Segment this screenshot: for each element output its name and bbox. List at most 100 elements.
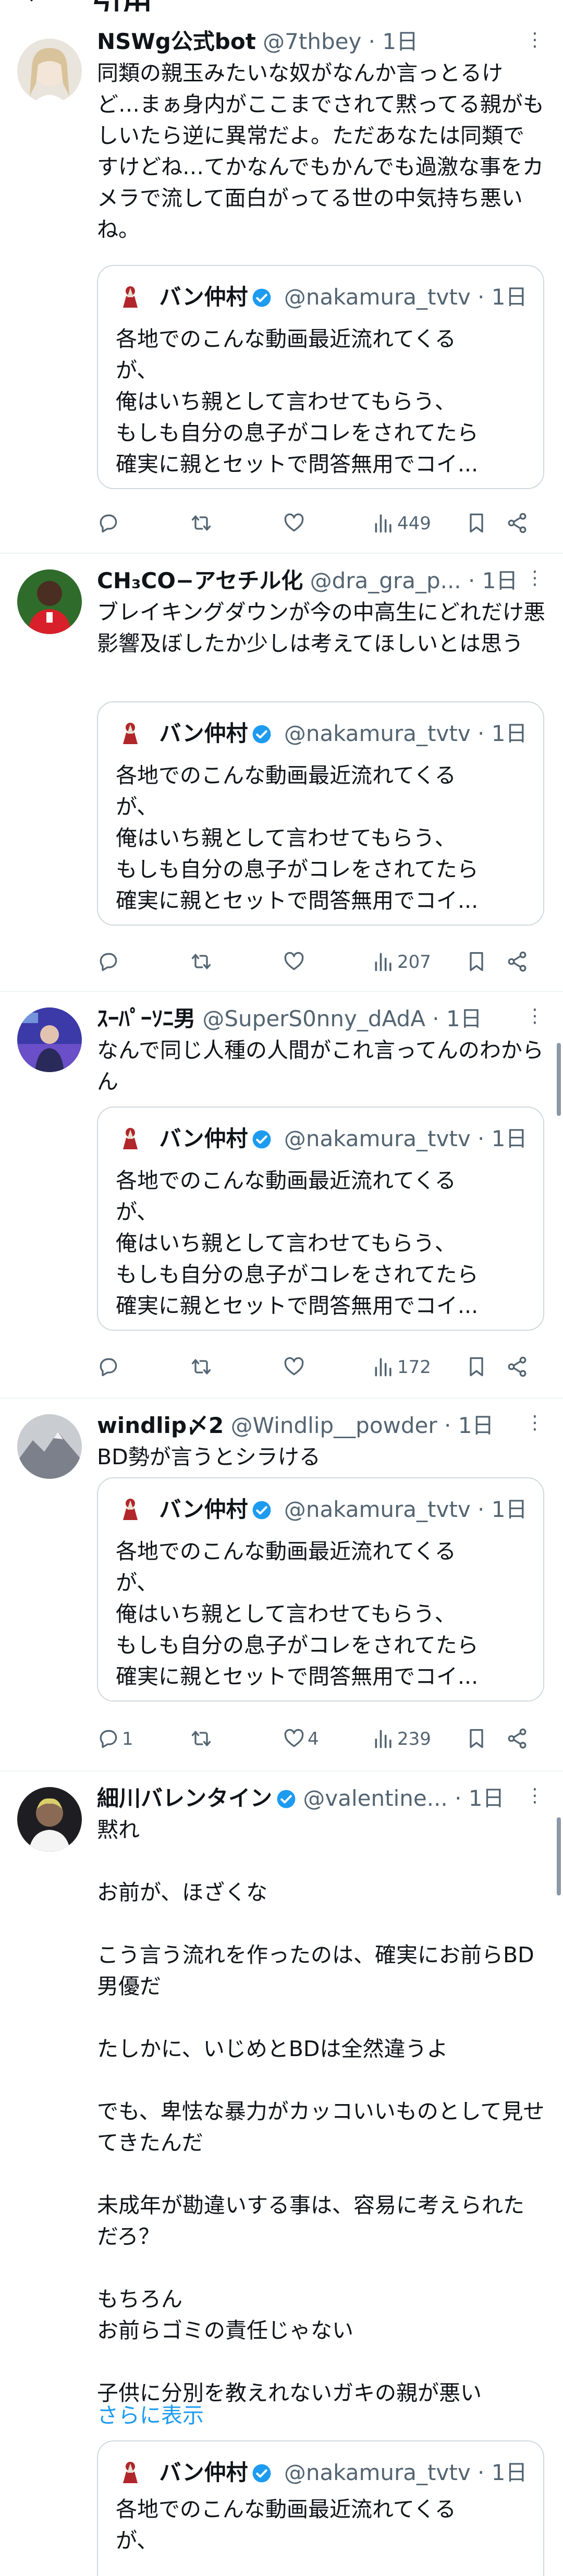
views-button[interactable]: 239 — [372, 1723, 431, 1755]
quoted-post[interactable]: バン仲村 @nakamura_tvtv · 1日 各地でのこんな動画最近流れてく… — [97, 265, 544, 489]
quoted-line: 各地でのこんな動画最近流れてくる — [116, 1168, 456, 1193]
more-icon[interactable]: ⋮ — [525, 567, 544, 589]
view-count: 207 — [397, 952, 431, 973]
like-button[interactable] — [283, 1352, 308, 1383]
quoted-header: バン仲村 @nakamura_tvtv · 1日 — [116, 718, 527, 749]
avatar-image — [17, 1414, 82, 1479]
action-bar: 1 4 239 — [97, 1723, 545, 1755]
reply-icon — [100, 1730, 117, 1748]
post-item[interactable]: windlip〆2 @Windlip__powder · 1日 ⋮ BD勢が言う… — [0, 1398, 563, 1771]
quoted-header: バン仲村 @nakamura_tvtv · 1日 — [116, 2457, 527, 2488]
action-bar: 449 — [97, 508, 545, 539]
reply-button[interactable]: 1 — [97, 1723, 133, 1755]
post-item[interactable]: ｽｰﾊﾟｰｿﾆ男 @SuperS0nny_dAdA · 1日 ⋮ なんで同じ人種… — [0, 991, 563, 1399]
quoted-line: 各地でのこんな動画最近流れてくる — [116, 763, 456, 788]
quoted-avatar — [116, 1494, 145, 1523]
views-button[interactable]: 172 — [372, 1352, 431, 1383]
reply-count: 1 — [122, 1729, 133, 1749]
views-button[interactable]: 449 — [372, 508, 431, 539]
post-item[interactable]: CH₃CO−アセチル化 @dra_gra_p... · 1日 ⋮ ブレイキングダ… — [0, 553, 563, 992]
quoted-line: 確実に親とセットで問答無用でコイ... — [116, 1664, 479, 1689]
quoted-line: もしも自分の息子がコレをされてたら — [116, 420, 479, 445]
more-icon[interactable]: ⋮ — [525, 1005, 544, 1027]
quoted-handle-time: @nakamura_tvtv · 1日 — [284, 721, 528, 746]
display-name[interactable]: windlip〆2 — [97, 1413, 224, 1438]
post-item[interactable]: NSWg公式bot @7thbey · 1日 ⋮ 同類の親玉みたいな奴がなんか言… — [0, 26, 563, 554]
reply-button[interactable] — [97, 508, 122, 539]
quoted-post[interactable]: バン仲村 @nakamura_tvtv · 1日 各地でのこんな動画最近流れてく… — [97, 1477, 544, 1702]
avatar[interactable] — [17, 1414, 82, 1479]
bookmark-button[interactable] — [465, 508, 488, 539]
more-icon[interactable]: ⋮ — [525, 1785, 544, 1806]
like-icon — [284, 1357, 304, 1376]
avatar[interactable] — [17, 569, 82, 634]
quoted-text: 各地でのこんな動画最近流れてくる が、 — [116, 2494, 528, 2556]
share-button[interactable] — [506, 946, 529, 978]
post-text: 黙れ お前が、ほざくな こう言う流れを作ったのは、確実にお前らBD男優だ たしか… — [97, 1817, 545, 2405]
scrollbar-thumb[interactable] — [557, 1043, 561, 1116]
quoted-line: が、 — [116, 1199, 158, 1224]
verified-badge-icon — [277, 1790, 296, 1808]
handle-time[interactable]: @SuperS0nny_dAdA · 1日 — [202, 1006, 482, 1031]
bookmark-button[interactable] — [465, 1723, 488, 1755]
like-button[interactable]: 4 — [283, 1723, 319, 1755]
views-button[interactable]: 207 — [372, 946, 431, 978]
quoted-line: 確実に親とセットで問答無用でコイ... — [116, 1293, 479, 1318]
quoted-header: バン仲村 @nakamura_tvtv · 1日 — [116, 1494, 527, 1525]
view-count: 239 — [397, 1729, 431, 1749]
share-button[interactable] — [506, 1723, 529, 1755]
quoted-display-name: バン仲村 — [159, 284, 248, 310]
share-button[interactable] — [506, 508, 529, 539]
display-name[interactable]: NSWg公式bot — [97, 29, 256, 54]
handle-time[interactable]: @dra_gra_p... · 1日 — [310, 568, 518, 593]
bookmark-button[interactable] — [465, 1352, 488, 1383]
reply-icon — [100, 1358, 117, 1377]
more-icon[interactable]: ⋮ — [525, 1412, 544, 1433]
quoted-line: もしも自分の息子がコレをされてたら — [116, 857, 479, 882]
quoted-line: 確実に親とセットで問答無用でコイ... — [116, 452, 479, 477]
quoted-text: 各地でのこんな動画最近流れてくる が、 俺はいち親として言わせてもらう、 もしも… — [116, 323, 528, 480]
display-name[interactable]: 細川バレンタイン — [97, 1785, 272, 1811]
quoted-line: 俺はいち親として言わせてもらう、 — [116, 1231, 456, 1256]
avatar[interactable] — [17, 39, 82, 103]
like-button[interactable] — [283, 508, 308, 539]
scrollbar-thumb-secondary[interactable] — [557, 1817, 561, 1895]
view-count: 449 — [397, 513, 431, 534]
reply-button[interactable] — [97, 1352, 122, 1383]
quoted-line: が、 — [116, 2528, 158, 2553]
quoted-line: 各地でのこんな動画最近流れてくる — [116, 326, 456, 351]
display-name[interactable]: ｽｰﾊﾟｰｿﾆ男 — [97, 1006, 195, 1031]
reply-button[interactable] — [97, 946, 122, 978]
quoted-line: が、 — [116, 794, 158, 819]
like-count: 4 — [308, 1729, 319, 1749]
quoted-line: もしも自分の息子がコレをされてたら — [116, 1262, 479, 1287]
handle-time[interactable]: @Windlip__powder · 1日 — [231, 1413, 494, 1438]
post-text: なんで同じ人種の人間がこれ言ってんのわからん — [97, 1038, 544, 1094]
handle-time[interactable]: @7thbey · 1日 — [263, 29, 418, 54]
avatar[interactable] — [17, 1007, 82, 1072]
retweet-button[interactable] — [190, 1352, 213, 1383]
post-header: CH₃CO−アセチル化 @dra_gra_p... · 1日 — [97, 565, 545, 597]
like-button[interactable] — [283, 946, 308, 978]
quoted-avatar — [116, 2457, 145, 2486]
reply-icon — [100, 514, 117, 533]
quoted-post[interactable]: バン仲村 @nakamura_tvtv · 1日 各地でのこんな動画最近流れてく… — [97, 2440, 544, 2576]
bookmark-button[interactable] — [465, 946, 488, 978]
retweet-button[interactable] — [190, 1723, 213, 1755]
quoted-text: 各地でのこんな動画最近流れてくる が、 俺はいち親として言わせてもらう、 もしも… — [116, 1536, 528, 1692]
handle-time[interactable]: @valentine... · 1日 — [303, 1785, 504, 1811]
retweet-button[interactable] — [190, 508, 213, 539]
quoted-post[interactable]: バン仲村 @nakamura_tvtv · 1日 各地でのこんな動画最近流れてく… — [97, 1107, 544, 1331]
post-item[interactable]: 細川バレンタイン @valentine... · 1日 ⋮ 黙れ お前が、ほざく… — [0, 1770, 563, 2576]
share-button[interactable] — [506, 1352, 529, 1383]
show-more-link[interactable]: さらに表示 — [97, 2400, 204, 2431]
share-icon — [508, 1728, 527, 1749]
avatar[interactable] — [17, 1787, 82, 1852]
display-name[interactable]: CH₃CO−アセチル化 — [97, 568, 303, 593]
more-icon[interactable]: ⋮ — [525, 29, 544, 51]
back-arrow-icon[interactable]: ← — [24, 0, 50, 11]
verified-badge-icon — [253, 2464, 271, 2483]
retweet-button[interactable] — [190, 946, 213, 978]
quoted-post[interactable]: バン仲村 @nakamura_tvtv · 1日 各地でのこんな動画最近流れてく… — [97, 701, 544, 926]
top-header: ← 引用 — [0, 0, 563, 11]
